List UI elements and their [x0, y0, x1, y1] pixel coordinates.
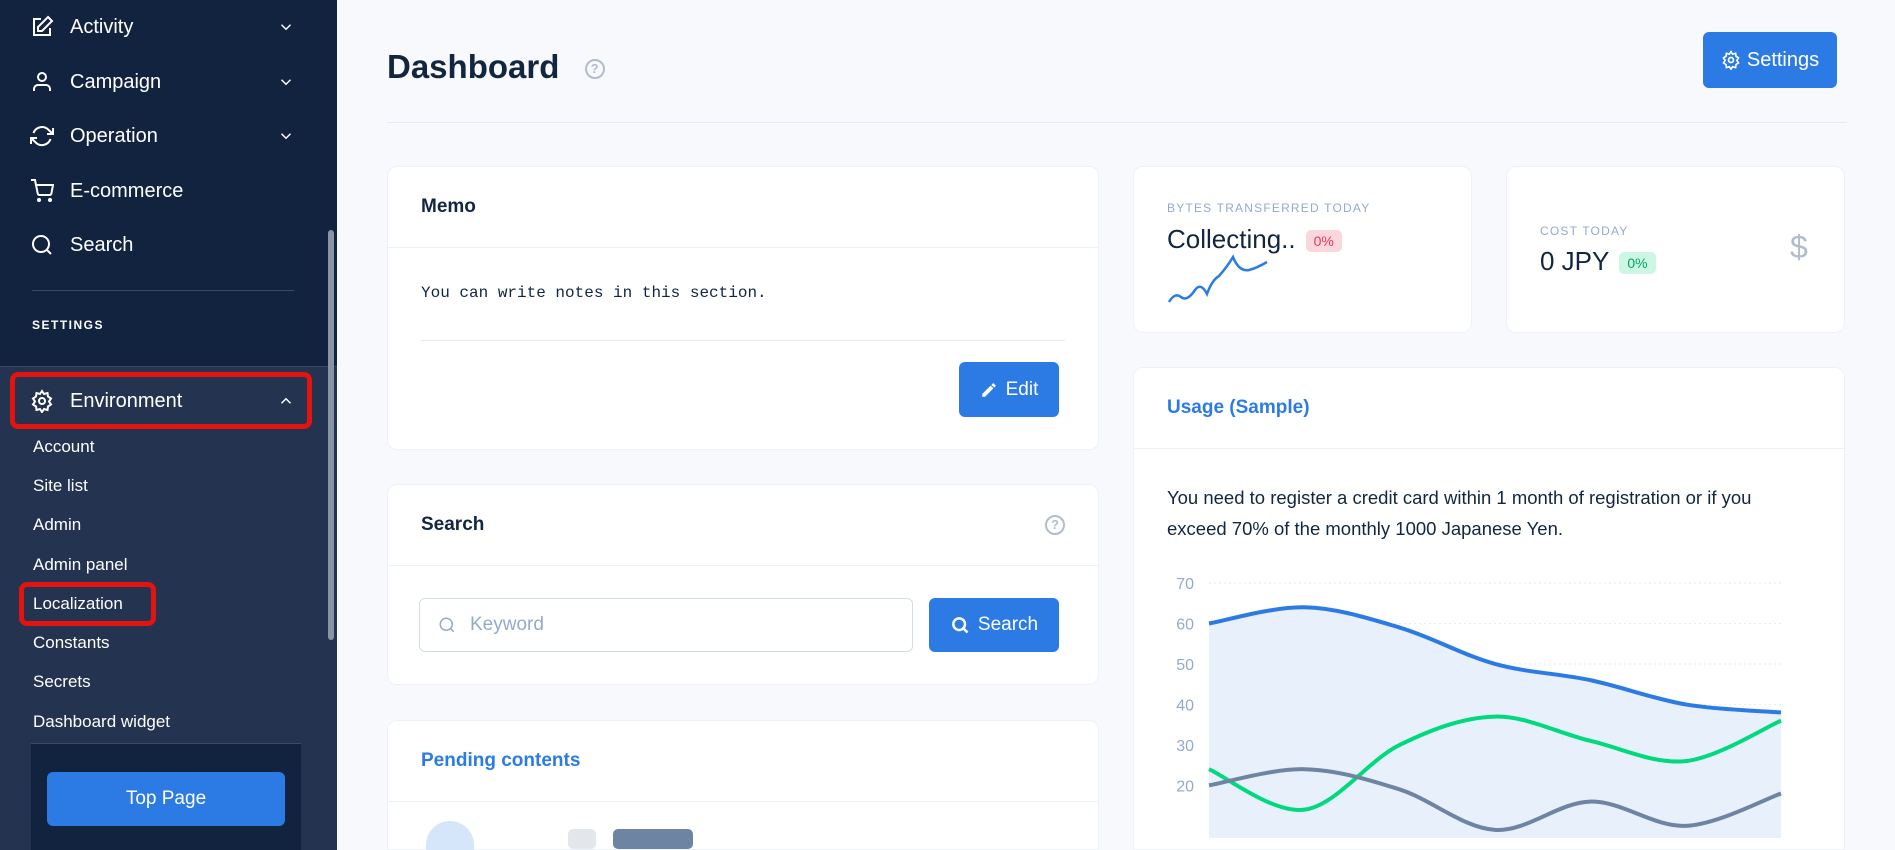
subitem-dashboard-widget[interactable]: Dashboard widget	[33, 712, 170, 732]
search-button[interactable]: Search	[929, 598, 1059, 652]
section-heading: SETTINGS	[32, 318, 105, 332]
edit-label: Edit	[1005, 378, 1039, 400]
cost-label: COST TODAY	[1540, 224, 1629, 238]
sidebar-item-label: Campaign	[70, 70, 162, 93]
sidebar-item-label: Search	[70, 233, 134, 256]
y-tick-label: 50	[1176, 657, 1194, 674]
search-card: Search? Keyword Search	[387, 484, 1099, 685]
subitem-secrets[interactable]: Secrets	[33, 672, 91, 692]
title-text: Dashboard	[387, 48, 560, 85]
divider	[32, 290, 294, 291]
help-icon[interactable]: ?	[1045, 515, 1065, 535]
status-badge	[613, 829, 693, 849]
dollar-icon: $	[1790, 229, 1808, 265]
header-divider	[387, 122, 1847, 123]
search-title-text: Search	[421, 514, 485, 535]
search-icon	[439, 617, 455, 633]
usage-chart: 70 60 50 40 30 20	[1176, 576, 1782, 838]
cost-badge: 0%	[1619, 252, 1656, 275]
sidebar-item-operation[interactable]: Operation	[30, 116, 295, 156]
pencil-icon	[981, 382, 996, 397]
gear-icon	[1722, 50, 1740, 70]
pending-title: Pending contents	[388, 721, 1098, 802]
y-tick-label: 70	[1176, 576, 1194, 593]
memo-card: Memo You can write notes in this section…	[387, 166, 1099, 450]
search-title: Search?	[388, 485, 1098, 566]
cost-value: 0 JPY 0%	[1540, 246, 1656, 277]
refresh-icon	[30, 126, 54, 147]
page-title: Dashboard ?	[387, 48, 605, 86]
y-tick-label: 20	[1176, 778, 1194, 795]
edit-button[interactable]: Edit	[959, 362, 1059, 417]
top-page-button[interactable]: Top Page	[47, 772, 285, 826]
top-page-area: Top Page	[31, 743, 301, 850]
cart-icon	[31, 179, 54, 202]
sidebar-item-campaign[interactable]: Campaign	[30, 62, 295, 102]
avatar	[426, 821, 474, 850]
search-icon	[32, 235, 52, 255]
settings-button[interactable]: Settings	[1703, 32, 1837, 88]
search-input[interactable]: Keyword	[419, 598, 913, 652]
sidebar-scrollbar[interactable]	[328, 230, 334, 640]
subitem-site-list[interactable]: Site list	[33, 476, 88, 496]
bytes-value: Collecting.. 0%	[1167, 224, 1342, 255]
edit-icon	[33, 15, 54, 36]
chevron-down-icon	[280, 79, 292, 86]
subitem-constants[interactable]: Constants	[33, 633, 110, 653]
cost-value-text: 0 JPY	[1540, 246, 1610, 276]
chevron-down-icon	[280, 133, 292, 140]
help-icon[interactable]: ?	[584, 59, 605, 80]
sidebar-item-label: E-commerce	[70, 179, 184, 202]
badge	[568, 829, 596, 849]
bytes-card: BYTES TRANSFERRED TODAY Collecting.. 0%	[1133, 166, 1472, 333]
subitem-account[interactable]: Account	[33, 437, 94, 457]
series-area	[1209, 607, 1781, 838]
highlight-box	[10, 372, 312, 429]
sidebar-item-label: Operation	[70, 124, 158, 147]
memo-title: Memo	[388, 167, 1098, 248]
divider	[421, 340, 1065, 341]
y-tick-label: 30	[1176, 738, 1194, 755]
subitem-admin-panel[interactable]: Admin panel	[33, 555, 128, 575]
user-icon	[33, 72, 51, 91]
memo-text: You can write notes in this section.	[421, 284, 767, 302]
sidebar-item-label: Activity	[70, 15, 134, 38]
settings-label: Settings	[1746, 48, 1820, 71]
y-tick-label: 60	[1176, 616, 1194, 633]
pending-card: Pending contents	[387, 720, 1099, 850]
cost-card: COST TODAY 0 JPY 0% $	[1506, 166, 1845, 333]
sidebar-item-activity[interactable]: Activity	[30, 7, 295, 47]
bytes-label: BYTES TRANSFERRED TODAY	[1167, 201, 1371, 215]
highlight-box	[19, 582, 156, 626]
search-button-label: Search	[977, 614, 1039, 635]
chevron-down-icon	[280, 24, 292, 31]
sparkline	[1167, 254, 1268, 303]
sidebar-item-search[interactable]: Search	[30, 225, 295, 265]
sidebar-item-ecommerce[interactable]: E-commerce	[30, 171, 295, 211]
search-placeholder: Keyword	[470, 614, 544, 635]
search-icon	[951, 617, 969, 634]
subitem-admin[interactable]: Admin	[33, 515, 81, 535]
y-tick-label: 40	[1176, 697, 1194, 714]
sidebar: Activity Campaign Operation E-commerce S…	[0, 0, 337, 850]
usage-card: Usage (Sample) You need to register a cr…	[1133, 367, 1845, 850]
bytes-value-text: Collecting..	[1167, 224, 1296, 254]
bytes-badge: 0%	[1305, 230, 1342, 253]
